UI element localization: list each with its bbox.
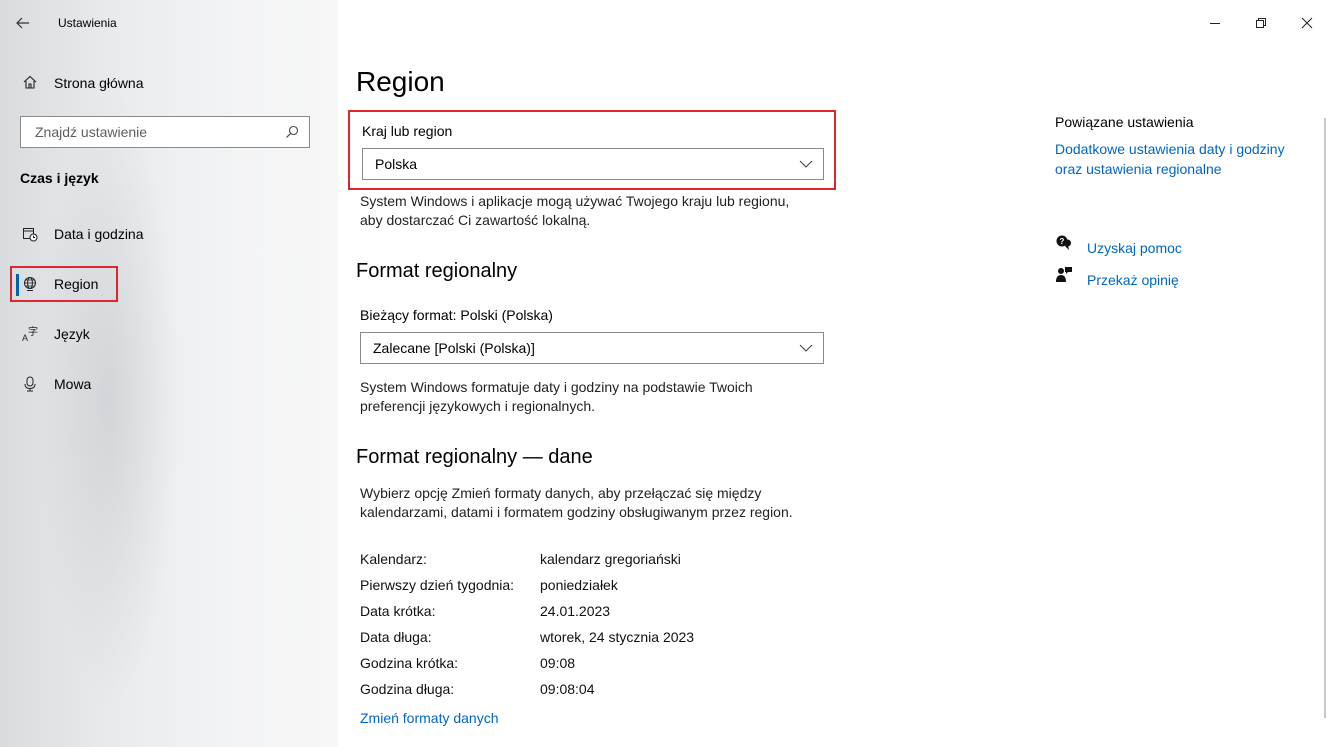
- title-bar: Ustawienia: [0, 0, 338, 46]
- sidebar-item-speech[interactable]: Mowa: [0, 366, 338, 402]
- app-title: Ustawienia: [58, 16, 117, 30]
- sidebar-item-label: Region: [54, 276, 99, 292]
- table-row: Data krótka: 24.01.2023: [360, 603, 611, 619]
- country-section-highlight: Kraj lub region Polska: [348, 110, 836, 190]
- globe-icon: [22, 276, 38, 292]
- help-chat-icon: ?: [1055, 234, 1073, 252]
- regional-format-title: Format regionalny: [356, 260, 518, 282]
- page-title: Region: [356, 66, 445, 97]
- minimize-button[interactable]: [1192, 0, 1238, 46]
- related-heading: Powiązane ustawienia: [1055, 114, 1194, 130]
- sidebar-item-label: Data i godzina: [54, 226, 144, 242]
- main-content: Region Kraj lub region Polska System Win…: [338, 0, 1038, 747]
- close-icon: [1301, 17, 1313, 29]
- change-data-formats-link[interactable]: Zmień formaty danych: [360, 710, 499, 726]
- section-label: Czas i język: [20, 170, 99, 186]
- format-data-description: Wybierz opcję Zmień formaty danych, aby …: [360, 485, 793, 520]
- scrollbar[interactable]: [1324, 118, 1326, 718]
- chevron-down-icon: [799, 343, 813, 353]
- sidebar: Ustawienia Strona główna Czas i język Da…: [0, 0, 338, 747]
- calendar-clock-icon: [22, 226, 38, 242]
- svg-text:?: ?: [1060, 237, 1065, 246]
- related-settings: Powiązane ustawienia Dodatkowe ustawieni…: [1055, 114, 1305, 290]
- language-icon: A字: [22, 326, 38, 342]
- regional-format-description: System Windows formatuje daty i godziny …: [360, 379, 753, 414]
- regional-format-dropdown[interactable]: Zalecane [Polski (Polska)]: [360, 332, 824, 364]
- home-link[interactable]: Strona główna: [0, 64, 338, 102]
- sidebar-item-label: Język: [54, 326, 90, 342]
- current-format-label: Bieżący format: Polski (Polska): [360, 307, 553, 323]
- table-row: Data długa: wtorek, 24 stycznia 2023: [360, 629, 695, 645]
- restore-button[interactable]: [1238, 0, 1284, 46]
- sidebar-nav: Data i godzina Region A字 Język Mowa: [0, 216, 338, 402]
- regional-format-value: Zalecane [Polski (Polska)]: [373, 340, 535, 356]
- search-box[interactable]: [20, 116, 310, 148]
- table-row: Pierwszy dzień tygodnia: poniedziałek: [360, 577, 618, 593]
- country-label: Kraj lub region: [362, 123, 453, 139]
- sidebar-item-language[interactable]: A字 Język: [0, 316, 338, 352]
- feedback-row[interactable]: Przekaż opinię: [1055, 263, 1305, 290]
- country-description: System Windows i aplikacje mogą używać T…: [360, 193, 790, 228]
- settings-window: Ustawienia Strona główna Czas i język Da…: [0, 0, 1330, 747]
- home-label: Strona główna: [54, 75, 144, 91]
- table-row: Godzina krótka: 09:08: [360, 655, 576, 671]
- window-controls: [1192, 0, 1330, 46]
- format-data-title: Format regionalny — dane: [356, 446, 593, 468]
- format-data-table: Kalendarz: kalendarz gregoriański Pierws…: [360, 546, 694, 702]
- close-button[interactable]: [1284, 0, 1330, 46]
- get-help-link[interactable]: Uzyskaj pomoc: [1087, 238, 1182, 258]
- restore-icon: [1256, 18, 1266, 28]
- sidebar-item-label: Mowa: [54, 376, 92, 392]
- microphone-icon: [22, 376, 38, 392]
- search-input[interactable]: [33, 123, 267, 141]
- table-row: Kalendarz: kalendarz gregoriański: [360, 551, 681, 567]
- sidebar-item-region[interactable]: Region: [10, 266, 118, 302]
- country-value: Polska: [375, 156, 418, 172]
- country-dropdown[interactable]: Polska: [362, 148, 824, 180]
- home-icon: [22, 74, 40, 92]
- feedback-link[interactable]: Przekaż opinię: [1087, 270, 1179, 290]
- search-icon[interactable]: [285, 125, 299, 139]
- svg-text:字: 字: [28, 326, 38, 338]
- minimize-icon: [1210, 23, 1220, 24]
- feedback-person-icon: [1055, 266, 1073, 284]
- additional-date-time-link[interactable]: Dodatkowe ustawienia daty i godziny oraz…: [1055, 139, 1305, 179]
- table-row: Godzina długa: 09:08:04: [360, 681, 595, 697]
- chevron-down-icon: [799, 159, 813, 169]
- sidebar-item-date-time[interactable]: Data i godzina: [0, 216, 338, 252]
- get-help-row[interactable]: ? Uzyskaj pomoc: [1055, 231, 1305, 258]
- back-arrow-icon[interactable]: [0, 0, 46, 46]
